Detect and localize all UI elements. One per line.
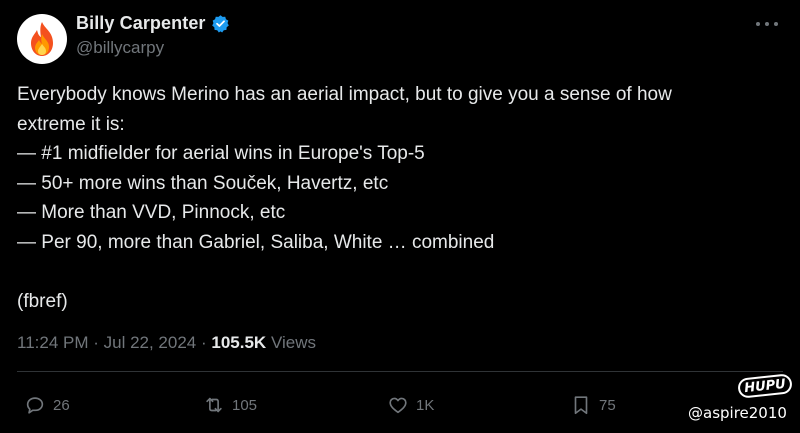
verified-badge-icon [211,15,229,33]
more-options-icon[interactable] [756,14,778,34]
meta-separator: · [196,333,212,352]
watermark-username: @aspire2010 [688,404,787,422]
tweet-line: — Per 90, more than Gabriel, Saliba, Whi… [17,231,495,253]
author-handle[interactable]: @billycarpy [76,38,164,58]
bookmark-count: 75 [599,396,616,414]
author-display-name[interactable]: Billy Carpenter [76,13,206,34]
like-button[interactable]: 1K [387,394,434,416]
tweet-time[interactable]: 11:24 PM [17,333,89,352]
tweet-date[interactable]: Jul 22, 2024 [104,333,197,352]
meta-separator: · [88,333,104,352]
tweet-meta: 11:24 PM · Jul 22, 2024 · 105.5K Views [17,333,316,353]
repost-count: 105 [232,396,258,414]
fire-icon [31,22,53,56]
tweet-line: — More than VVD, Pinnock, etc [17,202,286,223]
tweet-card: Billy Carpenter @billycarpy Everybody kn… [0,0,800,433]
bookmark-button[interactable]: 75 [570,394,616,416]
tweet-text: Everybody knows Merino has an aerial imp… [17,80,777,316]
tweet-line: — 50+ more wins than Souček, Havertz, et… [17,172,389,194]
tweet-line: extreme it is: [17,113,125,135]
bookmark-icon [574,396,588,415]
tweet-line: Everybody knows Merino has an aerial imp… [17,84,672,105]
reply-button[interactable]: 26 [24,394,70,416]
divider [17,371,783,372]
repost-icon [206,397,222,413]
tweet-source: (fbref) [17,290,68,312]
author-name-row: Billy Carpenter [76,13,230,34]
repost-button[interactable]: 105 [203,394,257,416]
reply-icon [26,397,44,414]
heart-icon [389,397,407,414]
avatar[interactable] [17,14,67,64]
hupu-watermark-logo: HUPU [737,373,793,399]
views-count: 105.5K [211,333,267,352]
like-count: 1K [416,396,435,414]
tweet-line: — #1 midfielder for aerial wins in Europ… [17,143,425,164]
views-label: Views [270,333,316,352]
reply-count: 26 [53,396,70,414]
